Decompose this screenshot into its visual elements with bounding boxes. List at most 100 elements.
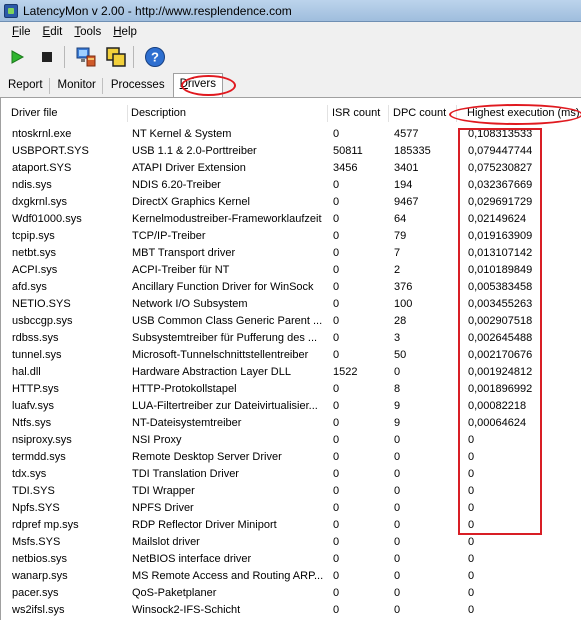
table-row[interactable]: pacer.sys QoS-Paketplaner 0 0 0 bbox=[1, 585, 581, 602]
cell-high: 0 bbox=[468, 604, 475, 616]
table-row[interactable]: tdx.sys TDI Translation Driver 0 0 0 bbox=[1, 466, 581, 483]
cell-dpc: 0 bbox=[394, 587, 401, 599]
cell-desc: Kernelmodustreiber-Frameworklaufzeit bbox=[132, 213, 322, 225]
cell-desc: Winsock2-IFS-Schicht bbox=[132, 604, 241, 616]
table-row[interactable]: NETIO.SYS Network I/O Subsystem 0 100 0,0034… bbox=[1, 296, 581, 313]
tab-report[interactable]: Report bbox=[2, 75, 49, 97]
table-row[interactable]: ndis.sys NDIS 6.20-Treiber 0 194 0,032367669 bbox=[1, 177, 581, 194]
table-row[interactable]: netbt.sys MBT Transport driver 0 7 0,0131071… bbox=[1, 245, 581, 262]
tab-monitor[interactable]: Monitor bbox=[52, 75, 102, 97]
cell-file: NETIO.SYS bbox=[12, 298, 71, 310]
windows-button[interactable] bbox=[103, 44, 129, 70]
table-row[interactable]: wanarp.sys MS Remote Access and Routing A… bbox=[1, 568, 581, 585]
tab-separator bbox=[101, 78, 103, 94]
table-row[interactable]: usbccgp.sys USB Common Class Generic Pare… bbox=[1, 313, 581, 330]
cell-dpc: 0 bbox=[394, 434, 401, 446]
table-row[interactable]: netbios.sys NetBIOS interface driver 0 0 0 bbox=[1, 551, 581, 568]
cell-file: ACPI.sys bbox=[12, 264, 58, 276]
cell-isr: 0 bbox=[333, 298, 340, 310]
computer-button[interactable] bbox=[73, 44, 99, 70]
table-row[interactable]: tcpip.sys TCP/IP-Treiber 0 79 0,019163909 bbox=[1, 228, 581, 245]
table-row[interactable]: rdbss.sys Subsystemtreiber für Pufferung … bbox=[1, 330, 581, 347]
cell-isr: 0 bbox=[333, 587, 340, 599]
table-row[interactable]: ntoskrnl.exe NT Kernel & System 0 4577 0,108… bbox=[1, 126, 581, 143]
table-row[interactable]: ws2ifsl.sys Winsock2-IFS-Schicht 0 0 0 bbox=[1, 602, 581, 619]
column-header-isr-count[interactable]: ISR count bbox=[332, 102, 380, 124]
cell-file: netbt.sys bbox=[12, 247, 57, 259]
cell-file: netbios.sys bbox=[12, 553, 68, 565]
cell-isr: 0 bbox=[333, 570, 340, 582]
table-row[interactable]: Ntfs.sys NT-Dateisystemtreiber 0 9 0,0006462… bbox=[1, 415, 581, 432]
cell-desc: NT Kernel & System bbox=[132, 128, 232, 140]
tab-drivers[interactable]: Drivers bbox=[172, 73, 224, 97]
cell-isr: 0 bbox=[333, 502, 340, 514]
column-header-dpc-count[interactable]: DPC count bbox=[393, 102, 446, 124]
cell-file: ndis.sys bbox=[12, 179, 52, 191]
cell-high: 0,108313533 bbox=[468, 128, 533, 140]
table-row[interactable]: rdpref mp.sys RDP Reflector Driver Minipo… bbox=[1, 517, 581, 534]
table-row[interactable]: hal.dll Hardware Abstraction Layer DLL 152… bbox=[1, 364, 581, 381]
cell-high: 0,032367669 bbox=[468, 179, 533, 191]
cell-desc: TCP/IP-Treiber bbox=[132, 230, 206, 242]
cell-file: rdbss.sys bbox=[12, 332, 59, 344]
cell-isr: 0 bbox=[333, 417, 340, 429]
table-row[interactable]: HTTP.sys HTTP-Protokollstapel 0 8 0,00189699… bbox=[1, 381, 581, 398]
cell-desc: Mailslot driver bbox=[132, 536, 200, 548]
cell-isr: 0 bbox=[333, 196, 340, 208]
cell-dpc: 4577 bbox=[394, 128, 419, 140]
column-header-description[interactable]: Description bbox=[131, 102, 186, 124]
cell-high: 0 bbox=[468, 519, 475, 531]
cell-file: HTTP.sys bbox=[12, 383, 59, 395]
column-separator bbox=[127, 105, 128, 122]
table-row[interactable]: ataport.SYS ATAPI Driver Extension 3456 340… bbox=[1, 160, 581, 177]
stop-button[interactable] bbox=[34, 44, 60, 70]
menu-help[interactable]: Help bbox=[107, 26, 143, 38]
cell-high: 0,00064624 bbox=[468, 417, 527, 429]
cell-desc: HTTP-Protokollstapel bbox=[132, 383, 237, 395]
menu-tools[interactable]: Tools bbox=[68, 26, 107, 38]
table-row[interactable]: TDI.SYS TDI Wrapper 0 0 0 bbox=[1, 483, 581, 500]
table-row[interactable]: tunnel.sys Microsoft-Tunnelschnittstellen… bbox=[1, 347, 581, 364]
table-row[interactable]: dxgkrnl.sys DirectX Graphics Kernel 0 9467 0… bbox=[1, 194, 581, 211]
cell-isr: 0 bbox=[333, 451, 340, 463]
cell-dpc: 0 bbox=[394, 502, 401, 514]
table-row[interactable]: Msfs.SYS Mailslot driver 0 0 0 bbox=[1, 534, 581, 551]
cell-dpc: 2 bbox=[394, 264, 401, 276]
menu-file[interactable]: File bbox=[6, 26, 37, 38]
menu-bar: File Edit Tools Help bbox=[0, 22, 581, 42]
tab-separator bbox=[48, 78, 50, 94]
stop-icon bbox=[42, 52, 52, 62]
column-header-highest-execution[interactable]: Highest execution (ms) bbox=[467, 102, 580, 124]
cell-dpc: 0 bbox=[394, 485, 401, 497]
cell-file: Npfs.SYS bbox=[12, 502, 60, 514]
app-icon bbox=[4, 3, 18, 18]
table-row[interactable]: termdd.sys Remote Desktop Server Driver 0 0… bbox=[1, 449, 581, 466]
cell-file: Wdf01000.sys bbox=[12, 213, 82, 225]
table-row[interactable]: Wdf01000.sys Kernelmodustreiber-Framework… bbox=[1, 211, 581, 228]
table-row[interactable]: afd.sys Ancillary Function Driver for Win… bbox=[1, 279, 581, 296]
cell-file: termdd.sys bbox=[12, 451, 66, 463]
cell-dpc: 185335 bbox=[394, 145, 431, 157]
toolbar-separator bbox=[133, 46, 134, 68]
table-row[interactable]: ACPI.sys ACPI-Treiber für NT 0 2 0,010189849 bbox=[1, 262, 581, 279]
tab-processes[interactable]: Processes bbox=[105, 75, 171, 97]
cell-file: afd.sys bbox=[12, 281, 47, 293]
table-row[interactable]: luafv.sys LUA-Filtertreiber zur Dateivirt… bbox=[1, 398, 581, 415]
start-button[interactable] bbox=[4, 44, 30, 70]
table-row[interactable]: Npfs.SYS NPFS Driver 0 0 0 bbox=[1, 500, 581, 517]
cell-isr: 0 bbox=[333, 519, 340, 531]
cell-file: luafv.sys bbox=[12, 400, 54, 412]
table-row[interactable]: nsiproxy.sys NSI Proxy 0 0 0 bbox=[1, 432, 581, 449]
column-header-driver-file[interactable]: Driver file bbox=[11, 102, 57, 124]
cell-file: dxgkrnl.sys bbox=[12, 196, 68, 208]
cell-dpc: 8 bbox=[394, 383, 401, 395]
menu-edit[interactable]: Edit bbox=[37, 26, 69, 38]
toolbar-separator bbox=[64, 46, 65, 68]
computer-icon bbox=[76, 47, 96, 67]
table-row[interactable]: USBPORT.SYS USB 1.1 & 2.0-Porttreiber 5081… bbox=[1, 143, 581, 160]
help-button[interactable]: ? bbox=[142, 44, 168, 70]
cell-dpc: 7 bbox=[394, 247, 401, 259]
cell-isr: 1522 bbox=[333, 366, 358, 378]
cell-dpc: 9 bbox=[394, 400, 401, 412]
cell-isr: 0 bbox=[333, 128, 340, 140]
